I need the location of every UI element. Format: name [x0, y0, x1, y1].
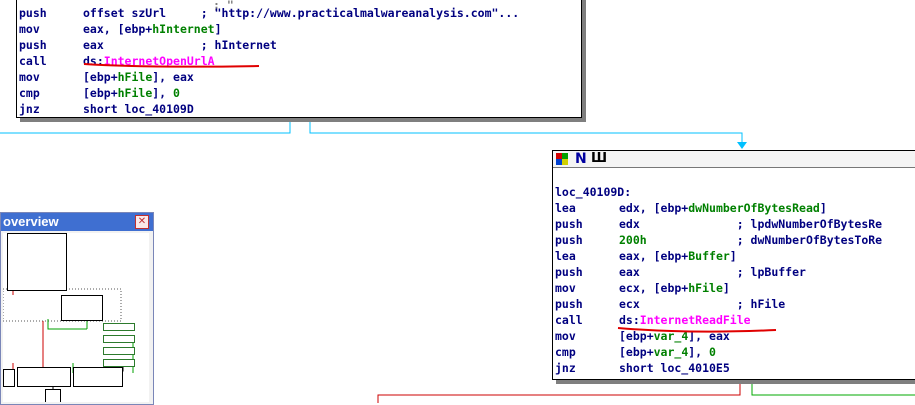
- graph-overview-window[interactable]: overview ✕: [0, 212, 154, 405]
- underline-internetopenurla: [83, 63, 260, 68]
- overview-node: [103, 347, 135, 355]
- overview-node: [103, 323, 135, 331]
- underline-internetreadfile: [617, 327, 777, 333]
- overview-node: [61, 295, 103, 321]
- overview-node: [103, 335, 135, 343]
- overview-node: [3, 369, 15, 387]
- overview-title-bar[interactable]: overview ✕: [1, 213, 153, 231]
- overview-title: overview: [3, 214, 59, 229]
- overview-node: [73, 367, 123, 387]
- overview-canvas[interactable]: [3, 233, 149, 402]
- overview-node: [7, 233, 67, 291]
- close-icon[interactable]: ✕: [135, 215, 149, 229]
- overview-node: [17, 367, 71, 387]
- overview-node: [103, 359, 135, 367]
- overview-node: [45, 389, 61, 402]
